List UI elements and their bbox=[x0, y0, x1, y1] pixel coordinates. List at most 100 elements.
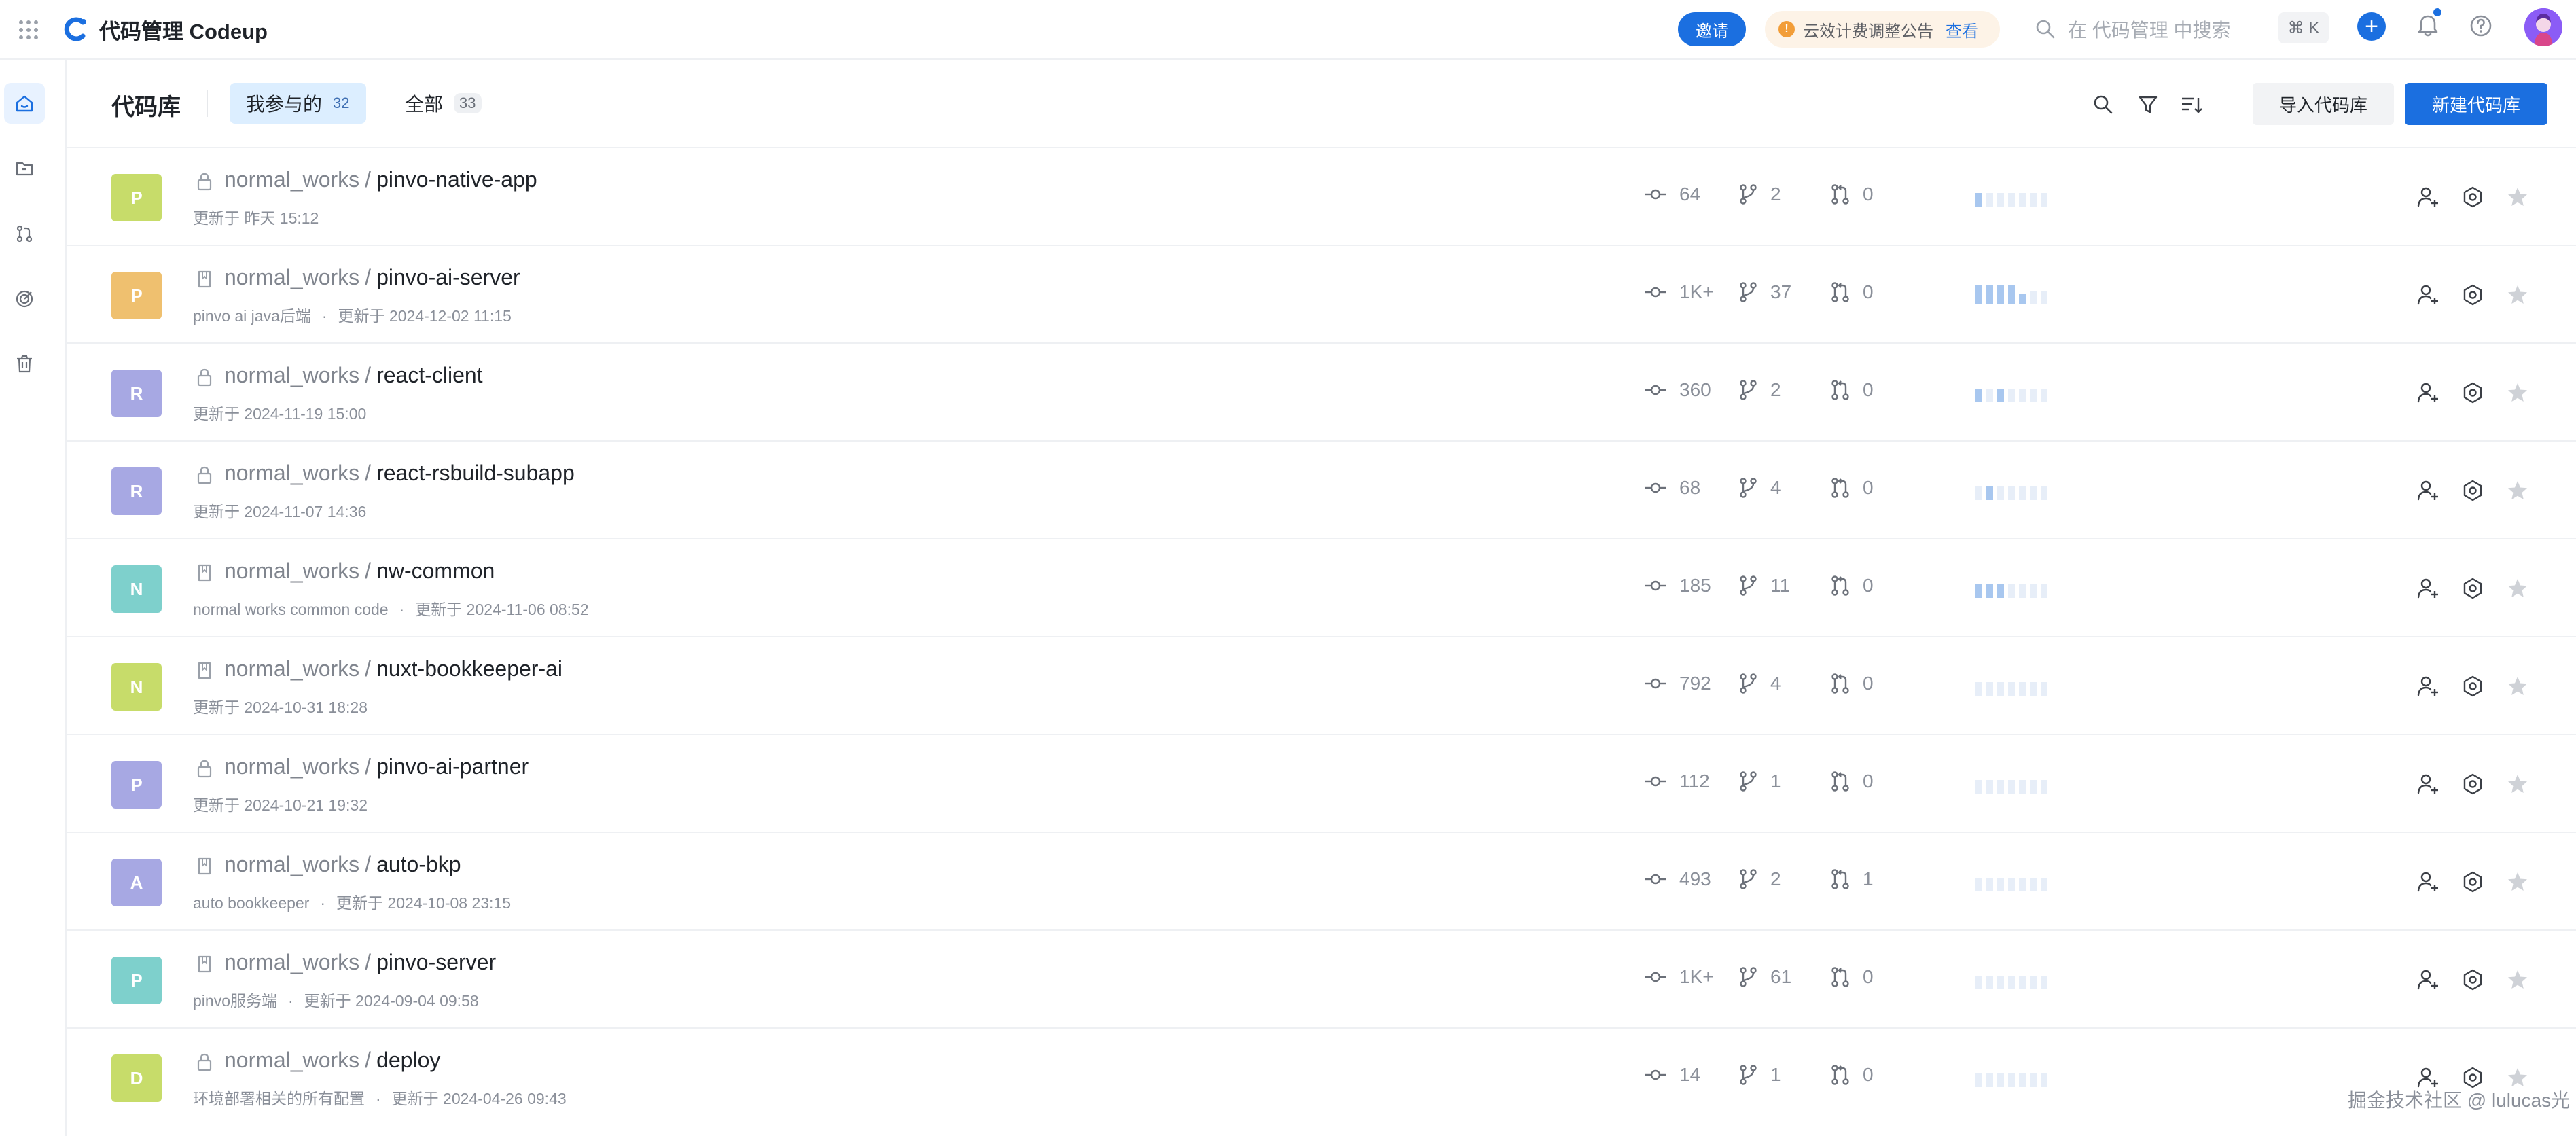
repo-settings-button[interactable] bbox=[2458, 378, 2488, 408]
repo-settings-button[interactable] bbox=[2458, 867, 2488, 897]
list-search-button[interactable] bbox=[2087, 88, 2119, 121]
add-member-button[interactable] bbox=[2413, 573, 2443, 603]
add-member-button[interactable] bbox=[2413, 769, 2443, 799]
branches-stat[interactable]: 1 bbox=[1738, 770, 1781, 792]
star-button[interactable] bbox=[2503, 671, 2533, 701]
repo-settings-button[interactable] bbox=[2458, 573, 2488, 603]
repo-row[interactable]: P normal_works / pinvo-native-app 更新于 昨天 1… bbox=[67, 147, 2576, 245]
commits-stat[interactable]: 493 bbox=[1644, 868, 1711, 890]
repo-avatar[interactable]: P bbox=[111, 272, 162, 319]
merge-requests-stat[interactable]: 0 bbox=[1830, 379, 1874, 401]
star-button[interactable] bbox=[2503, 965, 2533, 995]
notice-view-link[interactable]: 查看 bbox=[1946, 18, 1978, 41]
tab-participated[interactable]: 我参与的 32 bbox=[230, 83, 366, 124]
repo-path[interactable]: normal_works / deploy bbox=[224, 1048, 440, 1073]
merge-requests-stat[interactable]: 0 bbox=[1830, 673, 1874, 694]
repo-path[interactable]: normal_works / nw-common bbox=[224, 558, 495, 584]
filter-button[interactable] bbox=[2132, 88, 2164, 121]
repo-avatar[interactable]: R bbox=[111, 370, 162, 417]
repo-settings-button[interactable] bbox=[2458, 671, 2488, 701]
commits-stat[interactable]: 792 bbox=[1644, 673, 1711, 694]
repo-group[interactable]: normal_works bbox=[224, 950, 359, 974]
sidebar-item-merge-requests[interactable] bbox=[4, 213, 45, 254]
repo-row[interactable]: P normal_works / pinvo-server pinvo服务端 · 更新于… bbox=[67, 929, 2576, 1027]
repo-path[interactable]: normal_works / pinvo-native-app bbox=[224, 167, 537, 192]
repo-name[interactable]: react-rsbuild-subapp bbox=[376, 461, 575, 485]
add-member-button[interactable] bbox=[2413, 965, 2443, 995]
brand[interactable]: 代码管理 Codeup bbox=[62, 12, 268, 46]
sidebar-item-insights[interactable] bbox=[4, 279, 45, 319]
create-plus-button[interactable]: + bbox=[2357, 12, 2386, 41]
repo-name[interactable]: pinvo-ai-partner bbox=[376, 754, 529, 779]
branches-stat[interactable]: 1 bbox=[1738, 1064, 1781, 1086]
merge-requests-stat[interactable]: 0 bbox=[1830, 966, 1874, 988]
repo-row[interactable]: P normal_works / pinvo-ai-server pinvo ai … bbox=[67, 245, 2576, 342]
repo-group[interactable]: normal_works bbox=[224, 363, 359, 387]
branches-stat[interactable]: 2 bbox=[1738, 183, 1781, 205]
repo-avatar[interactable]: A bbox=[111, 859, 162, 906]
add-member-button[interactable] bbox=[2413, 280, 2443, 310]
add-member-button[interactable] bbox=[2413, 378, 2443, 408]
repo-settings-button[interactable] bbox=[2458, 182, 2488, 212]
repo-name[interactable]: pinvo-server bbox=[376, 950, 496, 974]
repo-name[interactable]: deploy bbox=[376, 1048, 440, 1072]
merge-requests-stat[interactable]: 0 bbox=[1830, 1064, 1874, 1086]
repo-settings-button[interactable] bbox=[2458, 476, 2488, 505]
user-avatar[interactable] bbox=[2524, 8, 2562, 46]
star-button[interactable] bbox=[2503, 378, 2533, 408]
repo-group[interactable]: normal_works bbox=[224, 167, 359, 192]
repo-avatar[interactable]: P bbox=[111, 761, 162, 809]
commits-stat[interactable]: 64 bbox=[1644, 183, 1700, 205]
branches-stat[interactable]: 4 bbox=[1738, 673, 1781, 694]
commits-stat[interactable]: 112 bbox=[1644, 770, 1710, 792]
repo-row[interactable]: D normal_works / deploy 环境部署相关的所有配置 · 更新于 20… bbox=[67, 1027, 2576, 1125]
star-button[interactable] bbox=[2503, 280, 2533, 310]
commits-stat[interactable]: 1K+ bbox=[1644, 281, 1714, 303]
repo-avatar[interactable]: P bbox=[111, 957, 162, 1004]
notice-banner[interactable]: ! 云效计费调整公告 查看 bbox=[1765, 11, 2000, 48]
repo-row[interactable]: N normal_works / nuxt-bookkeeper-ai 更新于 20… bbox=[67, 636, 2576, 734]
repo-row[interactable]: P normal_works / pinvo-ai-partner 更新于 2024… bbox=[67, 734, 2576, 832]
merge-requests-stat[interactable]: 0 bbox=[1830, 770, 1874, 792]
repo-group[interactable]: normal_works bbox=[224, 265, 359, 289]
repo-avatar[interactable]: P bbox=[111, 174, 162, 221]
sidebar-item-groups[interactable] bbox=[4, 148, 45, 189]
add-member-button[interactable] bbox=[2413, 671, 2443, 701]
repo-group[interactable]: normal_works bbox=[224, 656, 359, 681]
repo-group[interactable]: normal_works bbox=[224, 461, 359, 485]
repo-path[interactable]: normal_works / pinvo-ai-server bbox=[224, 265, 520, 290]
sort-button[interactable] bbox=[2175, 88, 2208, 121]
add-member-button[interactable] bbox=[2413, 476, 2443, 505]
commits-stat[interactable]: 68 bbox=[1644, 477, 1700, 499]
star-button[interactable] bbox=[2503, 867, 2533, 897]
sidebar-item-recycle-bin[interactable] bbox=[4, 344, 45, 385]
branches-stat[interactable]: 4 bbox=[1738, 477, 1781, 499]
repo-name[interactable]: auto-bkp bbox=[376, 852, 461, 876]
tab-all[interactable]: 全部 33 bbox=[389, 83, 498, 124]
import-repo-button[interactable]: 导入代码库 bbox=[2253, 83, 2394, 125]
repo-name[interactable]: pinvo-native-app bbox=[376, 167, 537, 192]
repo-group[interactable]: normal_works bbox=[224, 754, 359, 779]
repo-avatar[interactable]: N bbox=[111, 663, 162, 711]
add-member-button[interactable] bbox=[2413, 182, 2443, 212]
repo-group[interactable]: normal_works bbox=[224, 1048, 359, 1072]
repo-path[interactable]: normal_works / react-client bbox=[224, 363, 483, 388]
repo-row[interactable]: R normal_works / react-client 更新于 2024-11-… bbox=[67, 342, 2576, 440]
repo-path[interactable]: normal_works / pinvo-server bbox=[224, 950, 496, 975]
commits-stat[interactable]: 360 bbox=[1644, 379, 1711, 401]
add-member-button[interactable] bbox=[2413, 867, 2443, 897]
repo-name[interactable]: nuxt-bookkeeper-ai bbox=[376, 656, 562, 681]
branches-stat[interactable]: 2 bbox=[1738, 868, 1781, 890]
repo-settings-button[interactable] bbox=[2458, 769, 2488, 799]
repo-name[interactable]: pinvo-ai-server bbox=[376, 265, 520, 289]
star-button[interactable] bbox=[2503, 769, 2533, 799]
repo-group[interactable]: normal_works bbox=[224, 852, 359, 876]
repo-row[interactable]: N normal_works / nw-common normal works co… bbox=[67, 538, 2576, 636]
commits-stat[interactable]: 14 bbox=[1644, 1064, 1700, 1086]
merge-requests-stat[interactable]: 1 bbox=[1830, 868, 1874, 890]
invite-button[interactable]: 邀请 bbox=[1678, 12, 1746, 46]
star-button[interactable] bbox=[2503, 476, 2533, 505]
repo-row[interactable]: A normal_works / auto-bkp auto bookkeeper ·… bbox=[67, 832, 2576, 929]
commits-stat[interactable]: 185 bbox=[1644, 575, 1711, 597]
branches-stat[interactable]: 37 bbox=[1738, 281, 1791, 303]
